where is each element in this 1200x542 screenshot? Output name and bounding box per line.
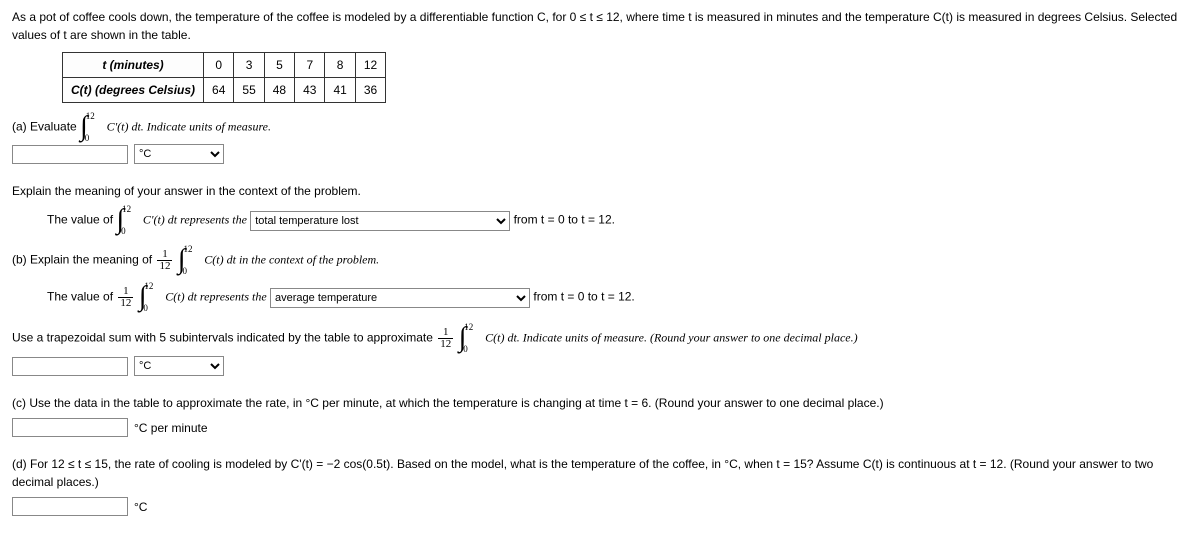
part-c-units: °C per minute xyxy=(134,419,208,437)
integral-icon: ∫120 xyxy=(459,328,480,349)
part-a-explain: Explain the meaning of your answer in th… xyxy=(12,182,1188,231)
integral-icon: ∫120 xyxy=(80,117,101,138)
part-d-units: °C xyxy=(134,498,147,516)
table-cell: 43 xyxy=(295,78,325,103)
fraction-icon: 112 xyxy=(118,286,133,309)
part-b-integrand: C(t) dt in the context of the problem. xyxy=(204,253,379,267)
part-a-value-input[interactable] xyxy=(12,145,128,164)
part-d: (d) For 12 ≤ t ≤ 15, the rate of cooling… xyxy=(12,455,1188,516)
row1-header: t (minutes) xyxy=(63,53,204,78)
part-a-units-select[interactable]: °C xyxy=(134,144,224,164)
table-cell: 8 xyxy=(325,53,355,78)
part-a-meaning-select[interactable]: total temperature lost xyxy=(250,211,510,231)
part-b-sentence-suffix: from t = 0 to t = 12. xyxy=(533,290,634,304)
part-b: (b) Explain the meaning of 112 ∫120 C(t)… xyxy=(12,249,1188,309)
integral-icon: ∫120 xyxy=(139,287,160,308)
integral-icon: ∫120 xyxy=(178,250,199,271)
part-b-trapezoid: Use a trapezoidal sum with 5 subinterval… xyxy=(12,327,1188,376)
part-a-integrand: C'(t) dt. Indicate units of measure. xyxy=(107,120,271,134)
part-d-input[interactable] xyxy=(12,497,128,516)
problem-intro: As a pot of coffee cools down, the tempe… xyxy=(12,8,1188,44)
explain-heading: Explain the meaning of your answer in th… xyxy=(12,182,1188,200)
part-b-prefix: (b) Explain the meaning of xyxy=(12,253,152,267)
part-b-meaning-select[interactable]: average temperature xyxy=(270,288,530,308)
part-b-sentence-mid: C(t) dt represents the xyxy=(165,290,266,304)
explain-prefix: The value of xyxy=(47,213,113,227)
part-a-prefix: (a) Evaluate xyxy=(12,120,77,134)
part-c-input[interactable] xyxy=(12,418,128,437)
table-cell: 41 xyxy=(325,78,355,103)
explain-suffix: from t = 0 to t = 12. xyxy=(514,213,615,227)
table-cell: 64 xyxy=(204,78,234,103)
trap-prefix: Use a trapezoidal sum with 5 subinterval… xyxy=(12,331,433,345)
table-cell: 5 xyxy=(264,53,294,78)
part-b-trap-units-select[interactable]: °C xyxy=(134,356,224,376)
table-cell: 7 xyxy=(295,53,325,78)
part-c-prompt: (c) Use the data in the table to approxi… xyxy=(12,394,1188,412)
table-cell: 48 xyxy=(264,78,294,103)
table-cell: 55 xyxy=(234,78,264,103)
fraction-icon: 112 xyxy=(157,249,172,272)
part-b-sentence-prefix: The value of xyxy=(47,290,113,304)
table-cell: 0 xyxy=(204,53,234,78)
integral-icon: ∫120 xyxy=(116,210,137,231)
part-d-prompt: (d) For 12 ≤ t ≤ 15, the rate of cooling… xyxy=(12,455,1188,491)
fraction-icon: 112 xyxy=(438,327,453,350)
explain-mid: C'(t) dt represents the xyxy=(143,213,247,227)
table-cell: 12 xyxy=(355,53,385,78)
table-cell: 3 xyxy=(234,53,264,78)
part-b-trap-input[interactable] xyxy=(12,357,128,376)
row2-header: C(t) (degrees Celsius) xyxy=(63,78,204,103)
trap-suffix: C(t) dt. Indicate units of measure. (Rou… xyxy=(485,331,858,345)
data-table: t (minutes) 0 3 5 7 8 12 C(t) (degrees C… xyxy=(62,52,386,103)
part-c: (c) Use the data in the table to approxi… xyxy=(12,394,1188,437)
table-cell: 36 xyxy=(355,78,385,103)
part-a: (a) Evaluate ∫120 C'(t) dt. Indicate uni… xyxy=(12,117,1188,164)
